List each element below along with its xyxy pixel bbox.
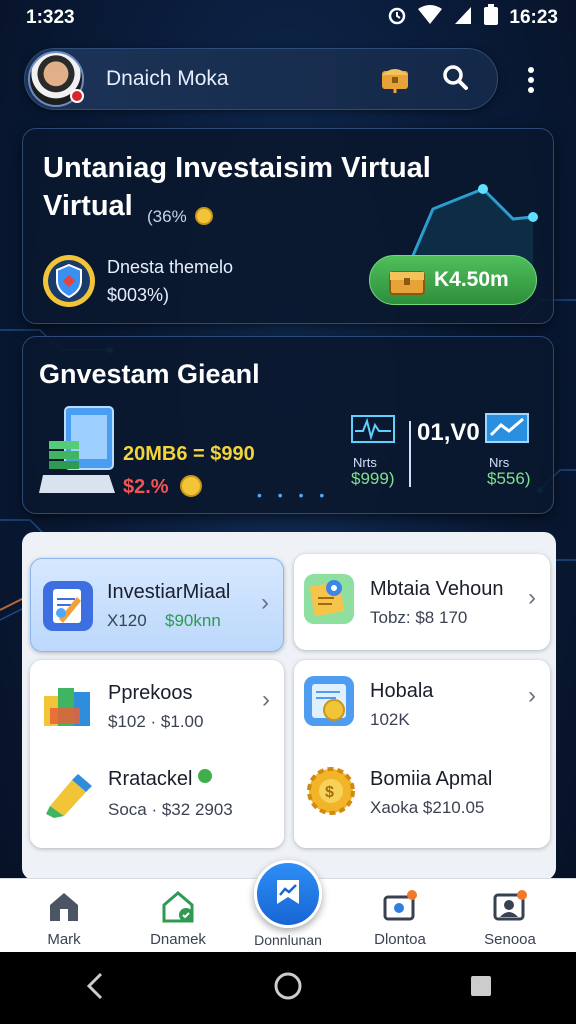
tile-bomiia-apmal[interactable]: $ Bomiia Apmal Xaoka $210.05 (294, 754, 550, 848)
verified-icon (198, 769, 213, 783)
search-icon[interactable] (441, 63, 469, 96)
user-name: Dnaich Moka (106, 67, 229, 90)
camera-notify-icon (382, 889, 418, 923)
tile-rratackel[interactable]: Rratackel Soca · $32 2903 (30, 754, 284, 848)
nav-label: Dnamek (150, 931, 206, 948)
tile-title: Hobala (370, 680, 434, 702)
invest-card[interactable]: Gnvestam Gieanl 20MB6 = $990 $2.% • • • … (22, 336, 554, 514)
chart-bookmark-icon (273, 877, 303, 912)
status-time-right: 16:23 (509, 7, 558, 28)
tile-mbtaia-vehoun[interactable]: Mbtaia Vehoun Tobz: $8 170 › (294, 554, 550, 650)
waveform-icon (351, 415, 395, 448)
coin-card-icon (304, 676, 354, 726)
tile-subtitle: $102 · $1.00 (108, 712, 204, 731)
chevron-right-icon: › (262, 686, 270, 713)
chevron-right-icon: › (261, 589, 269, 616)
tile-subtitle: Tobz: $8 170 (370, 608, 468, 627)
laptop-coins-icon (39, 403, 119, 504)
tile-title: Bomiia Apmal (370, 768, 493, 790)
nav-item-dlontoa[interactable]: Dlontoa (350, 889, 450, 948)
avatar[interactable] (28, 51, 84, 107)
chevron-right-icon: › (528, 584, 536, 611)
more-vert-icon[interactable] (520, 64, 542, 96)
profile-icon (492, 889, 528, 923)
chart-card-icon (485, 413, 529, 448)
hero-percent: (36% (147, 207, 214, 227)
invest-value: 20MB6 = $990 (123, 443, 255, 465)
hero-subtitle-2: $003%) (107, 285, 170, 305)
tile-subtitle: Xaoka $210.05 (370, 798, 485, 817)
status-bar: 1:323 16:23 (0, 0, 576, 36)
tile-title: InvestiarMiaal (107, 581, 231, 603)
nav-item-dnamek[interactable]: Dnamek (128, 889, 228, 948)
tile-title: Mbtaia Vehoun (370, 578, 504, 600)
nav-item-donnlunan-label: Donnlunan (254, 932, 322, 948)
profile-header: Dnaich Moka (24, 48, 498, 110)
tile-subtitle: X120 (107, 611, 147, 630)
signal-icon (453, 5, 473, 31)
system-nav-bar (0, 952, 576, 1024)
tile-pprekoos[interactable]: Pprekoos $102 · $1.00 › (30, 660, 284, 754)
document-edit-icon (43, 581, 93, 631)
home-icon (46, 889, 82, 923)
tile-subtitle: Soca · $32 2903 (108, 800, 233, 819)
stat-left-value: $999) (351, 469, 395, 488)
house-check-icon (160, 889, 196, 923)
map-pin-icon (304, 574, 354, 624)
invest-title: Gnvestam Gieanl (39, 359, 260, 389)
marker-icon (42, 766, 92, 818)
nav-label: Senooa (484, 931, 536, 948)
nav-item-mark[interactable]: Mark (14, 889, 114, 948)
stat-right-label: Nrs (489, 455, 510, 470)
invest-change: $2.% (123, 475, 203, 499)
nav-label: Dlontoa (374, 931, 426, 948)
tile-group-right: Hobala 102K › $ Bomiia Apmal Xaoka $210.… (294, 660, 550, 848)
tile-title: Rratackel (108, 768, 213, 791)
pill-amount: K4.50m (434, 268, 509, 291)
wifi-icon (417, 5, 443, 31)
coin-icon (180, 475, 203, 497)
fab-button[interactable] (254, 860, 322, 928)
hero-title: Untaniag Investaisim Virtual Virtual (43, 152, 431, 222)
tile-value: $90knn (165, 611, 221, 630)
tile-investiarmiaal[interactable]: InvestiarMiaal X120 $90knn › (30, 558, 284, 652)
recents-icon[interactable] (469, 974, 493, 1003)
stat-right-value: $556) (487, 469, 531, 488)
stat-left-label: Nrts (353, 455, 377, 470)
divider (409, 421, 411, 487)
coin-icon (195, 207, 214, 225)
hero-card[interactable]: Untaniag Investaisim Virtual Virtual (36… (22, 128, 554, 324)
shield-icon (41, 253, 97, 309)
gear-coin-icon: $ (304, 764, 355, 815)
services-panel: InvestiarMiaal X120 $90knn › Mbtaia Veho… (22, 532, 556, 880)
nav-item-senooa[interactable]: Senooa (460, 889, 560, 948)
tile-subtitle: 102K (370, 710, 410, 729)
battery-icon (483, 4, 499, 32)
tile-hobala[interactable]: Hobala 102K › (294, 660, 550, 754)
treasure-chest-icon[interactable] (379, 61, 411, 98)
books-icon (42, 678, 92, 728)
chevron-right-icon: › (528, 682, 536, 709)
amount-pill-button[interactable]: K4.50m (369, 255, 537, 305)
alarm-icon (387, 5, 407, 31)
avatar-badge (70, 89, 84, 103)
dots-decoration: • • • • (257, 487, 331, 503)
back-icon[interactable] (83, 972, 107, 1005)
nav-label: Mark (47, 931, 81, 948)
hero-subtitle-1: Dnesta themelo (107, 257, 234, 277)
treasure-chest-icon (388, 264, 426, 296)
invest-right-value: 01,V0 (417, 419, 480, 446)
tile-group-left: Pprekoos $102 · $1.00 › Rratackel Soca ·… (30, 660, 284, 848)
tile-title: Pprekoos (108, 682, 193, 704)
svg-text:$: $ (325, 784, 334, 801)
status-time-left: 1:323 (26, 7, 75, 28)
home-circle-icon[interactable] (273, 971, 303, 1006)
